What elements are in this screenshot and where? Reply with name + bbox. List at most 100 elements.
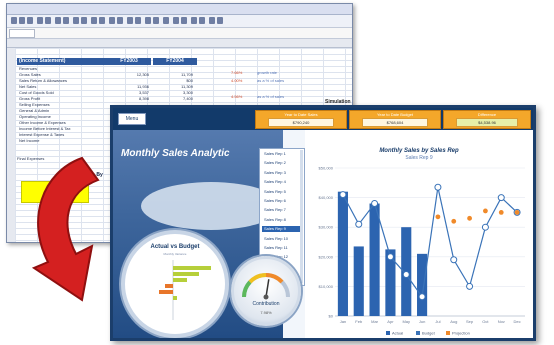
- toolbar-button[interactable]: [217, 17, 223, 24]
- kpi-value: $4,538.96: [456, 118, 518, 127]
- spreadsheet-titlebar: [7, 4, 352, 15]
- kpi-difference: Difference $4,538.96: [443, 110, 531, 129]
- projection-point: [467, 215, 472, 221]
- toolbar-button[interactable]: [145, 17, 151, 24]
- toolbar-button[interactable]: [109, 17, 115, 24]
- toolbar-button[interactable]: [191, 17, 197, 24]
- sales-rep-item[interactable]: Sales Rep 7: [262, 207, 301, 213]
- variance-bar: [173, 272, 199, 276]
- x-tick-label: Jun: [419, 319, 425, 324]
- kpi-ytd-sales: Year to Date Sales $790,240: [255, 110, 347, 129]
- toolbar-button[interactable]: [11, 17, 17, 24]
- x-tick-label: Sep: [466, 319, 474, 324]
- menu-button[interactable]: Menu: [118, 113, 146, 125]
- sales-rep-item[interactable]: Sales Rep 11: [262, 245, 301, 251]
- kpi-label: Year to Date Budget: [377, 112, 413, 117]
- sales-rep-item[interactable]: Sales Rep 1: [262, 151, 301, 157]
- sales-rep-item[interactable]: Sales Rep 6: [262, 198, 301, 204]
- percent-value: 4.00%: [231, 78, 243, 83]
- budget-point: [386, 253, 394, 261]
- red-arrow-shape: [31, 156, 100, 302]
- formula-bar[interactable]: [7, 28, 352, 39]
- sales-rep-item[interactable]: Sales Rep 3: [262, 170, 301, 176]
- contribution-gauge[interactable]: Contribution 7.98%: [231, 256, 301, 326]
- variance-bar: [173, 296, 177, 300]
- toolbar-button[interactable]: [19, 17, 25, 24]
- y-tick-label: $20,000: [319, 254, 334, 259]
- list-scrollbar[interactable]: [300, 150, 303, 283]
- spreadsheet-toolbar: [7, 15, 352, 28]
- legend-label: Actual: [392, 331, 403, 336]
- toolbar-button[interactable]: [37, 17, 43, 24]
- budget-point: [402, 271, 410, 279]
- toolbar-button[interactable]: [27, 17, 33, 24]
- sales-rep-item[interactable]: Sales Rep 5: [262, 189, 301, 195]
- x-tick-label: Jul: [435, 319, 440, 324]
- toolbar-button[interactable]: [163, 17, 169, 24]
- gauge-zone-green: [242, 280, 252, 298]
- budget-point: [466, 282, 474, 290]
- toolbar-button[interactable]: [81, 17, 87, 24]
- chart-title: Monthly Sales by Sales Rep: [379, 148, 459, 154]
- budget-point: [339, 191, 347, 199]
- budget-point: [418, 293, 426, 301]
- bar: [337, 191, 348, 316]
- toolbar-button[interactable]: [45, 17, 51, 24]
- y-tick-label: $50,000: [319, 166, 334, 171]
- toolbar-button[interactable]: [63, 17, 69, 24]
- budget-point: [434, 183, 442, 191]
- sales-rep-item[interactable]: Sales Rep 2: [262, 160, 301, 166]
- chart-subtitle: Sales Rep 9: [405, 155, 433, 161]
- dashboard-window: Menu Year to Date Sales $790,240 Year to…: [110, 105, 536, 341]
- toolbar-button[interactable]: [199, 17, 205, 24]
- sales-rep-item[interactable]: Sales Rep 8: [262, 217, 301, 223]
- percent-value: 7.66%: [231, 70, 243, 75]
- toolbar-button[interactable]: [73, 17, 79, 24]
- toolbar-button[interactable]: [117, 17, 123, 24]
- kpi-ytd-budget: Year to Date Budget $768,604: [349, 110, 441, 129]
- toolbar-button[interactable]: [135, 17, 141, 24]
- sales-rep-item[interactable]: Sales Rep 10: [262, 236, 301, 242]
- legend-label: Projection: [452, 331, 470, 336]
- gauge-zone-yellow: [248, 273, 267, 284]
- kpi-value: $790,240: [268, 118, 334, 127]
- bar: [417, 253, 428, 316]
- toolbar-button[interactable]: [209, 17, 215, 24]
- variance-bars: [159, 260, 211, 320]
- kpi-label: Year to Date Sales: [284, 112, 318, 117]
- gauge-label: Contribution: [252, 301, 280, 307]
- sales-rep-item[interactable]: Sales Rep 4: [262, 179, 301, 185]
- cell-reference-box[interactable]: [9, 29, 35, 38]
- x-tick-label: Feb: [355, 319, 363, 324]
- toolbar-button[interactable]: [181, 17, 187, 24]
- budget-point: [450, 256, 458, 264]
- legend-swatch: [416, 331, 420, 335]
- y-tick-label: $10,000: [319, 284, 334, 289]
- toolbar-button[interactable]: [99, 17, 105, 24]
- kpi-value: $768,604: [362, 118, 428, 127]
- note-text: as a % of sales: [257, 94, 285, 99]
- variance-bar: [173, 266, 211, 270]
- table-header-label: (Income Statement): [17, 58, 107, 65]
- percent-value: 4.56%: [231, 94, 243, 99]
- kpi-label: Difference: [477, 112, 497, 117]
- x-tick-label: Nov: [498, 319, 505, 324]
- toolbar-button[interactable]: [55, 17, 61, 24]
- variance-bar: [165, 284, 173, 288]
- budget-point: [497, 194, 505, 202]
- bar: [369, 203, 380, 316]
- x-tick-label: Mar: [371, 319, 379, 324]
- x-tick-label: May: [402, 319, 410, 324]
- toolbar-button[interactable]: [173, 17, 179, 24]
- legend-label: Budget: [422, 331, 436, 336]
- toolbar-button[interactable]: [153, 17, 159, 24]
- table-header-fy2004: FY2004: [153, 58, 197, 65]
- variance-bar: [159, 290, 173, 294]
- projection-point: [483, 208, 488, 214]
- toolbar-button[interactable]: [127, 17, 133, 24]
- sales-rep-item[interactable]: Sales Rep 9: [262, 226, 301, 233]
- x-tick-label: Oct: [482, 319, 489, 324]
- red-arrow-icon: [31, 156, 100, 302]
- toolbar-button[interactable]: [91, 17, 97, 24]
- monthly-sales-chart: $0 $10,000 $20,000 $30,000 $40,000 $50,000 Jan…: [319, 166, 525, 336]
